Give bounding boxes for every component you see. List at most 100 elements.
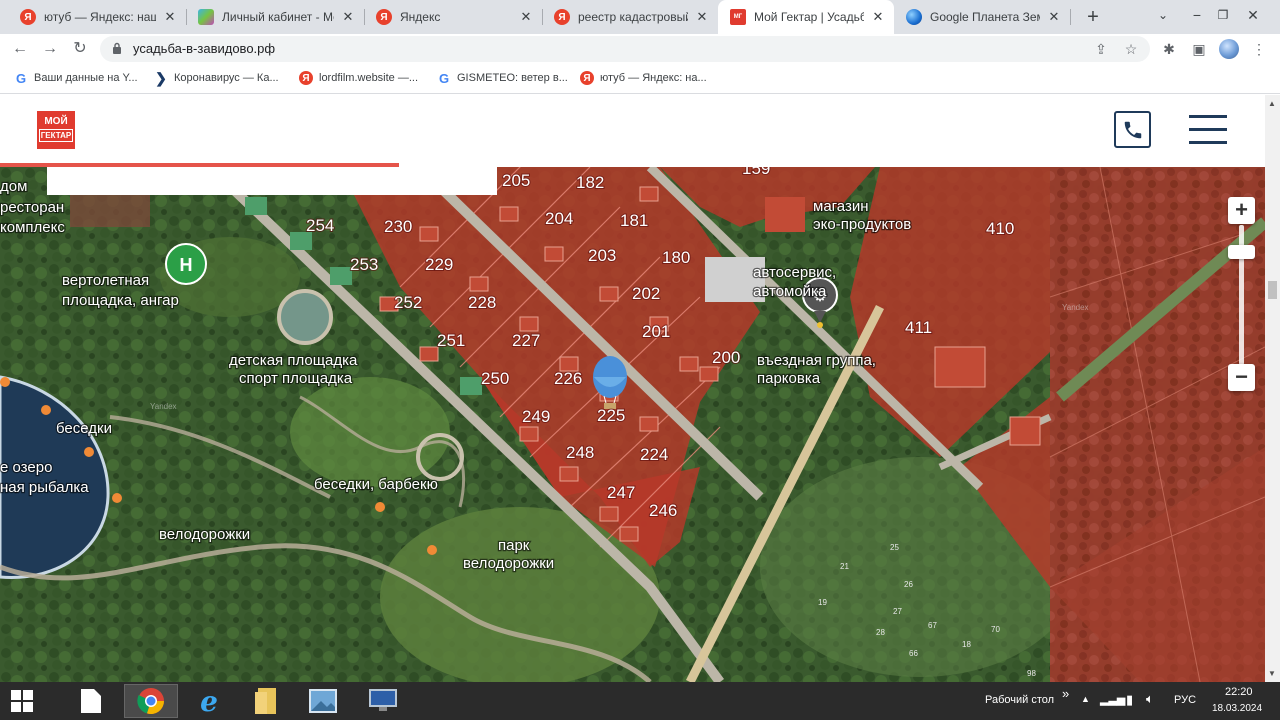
share-icon[interactable]: ⇪ (1092, 40, 1110, 58)
bookmark-label: GISMETEO: ветер в... (457, 72, 568, 84)
bookmark-star-icon[interactable]: ☆ (1122, 40, 1140, 58)
plot-number-254[interactable]: 254 (305, 215, 335, 236)
menu-dots-icon[interactable]: ⋮ (1250, 40, 1268, 58)
tab-search-chevron-icon[interactable]: ⌄ (1148, 0, 1178, 34)
close-window-button[interactable]: ✕ (1238, 0, 1268, 34)
yandex-icon: Я (580, 71, 594, 85)
back-button[interactable]: ← (8, 37, 32, 61)
plot-number-247[interactable]: 247 (606, 482, 636, 503)
clock-date[interactable]: 18.03.2024 (1212, 703, 1262, 714)
scroll-up-icon[interactable]: ▲ (1268, 99, 1276, 108)
taskbar-photos[interactable] (296, 684, 350, 718)
plot-number-230[interactable]: 230 (383, 216, 413, 237)
plot-number-410[interactable]: 410 (985, 218, 1015, 239)
restore-button[interactable]: ❐ (1208, 0, 1238, 34)
toolbar-chevron-icon[interactable]: » (1062, 686, 1069, 701)
map-label: парковка (757, 370, 821, 387)
plot-number-251[interactable]: 251 (436, 330, 466, 351)
zoom-slider-thumb[interactable] (1228, 245, 1255, 259)
plot-number-203[interactable]: 203 (587, 245, 617, 266)
forward-button[interactable]: → (38, 37, 62, 61)
clock-time[interactable]: 22:20 (1225, 686, 1253, 698)
plot-number-182[interactable]: 182 (575, 172, 605, 193)
plot-number-205[interactable]: 205 (501, 170, 531, 191)
reload-button[interactable]: ↻ (68, 37, 92, 61)
close-icon[interactable]: ✕ (870, 9, 886, 25)
close-icon[interactable]: ✕ (518, 9, 534, 25)
plot-number-246[interactable]: 246 (648, 500, 678, 521)
bookmark-item[interactable]: ❯ Коронавирус — Ка... (154, 69, 279, 86)
plot-number-226[interactable]: 226 (553, 368, 583, 389)
avatar[interactable] (1219, 39, 1239, 59)
side-panel-icon[interactable]: ▣ (1190, 40, 1208, 58)
close-icon[interactable]: ✕ (340, 9, 356, 25)
plot-number-253[interactable]: 253 (349, 254, 379, 275)
map-label: автосервис, (753, 264, 836, 281)
network-signal-icon[interactable]: ▂▃▅ (1100, 693, 1125, 706)
plot-number-229[interactable]: 229 (424, 254, 454, 275)
plot-number-227[interactable]: 227 (511, 330, 541, 351)
plot-number-180[interactable]: 180 (661, 247, 691, 268)
volume-icon[interactable]: 🔈︎ (1146, 691, 1154, 707)
site-logo[interactable]: МОЙ ГЕКТАР (37, 111, 75, 149)
tab-moigektar[interactable]: МГ Мой Гектар | Усадьба в ✕ (718, 0, 894, 34)
zoom-out-button[interactable]: − (1228, 364, 1255, 391)
plot-number-225[interactable]: 225 (596, 405, 626, 426)
bookmark-label: ютуб — Яндекс: на... (600, 72, 707, 84)
plot-number-249[interactable]: 249 (521, 406, 551, 427)
close-icon[interactable]: ✕ (162, 9, 178, 25)
menu-burger-button[interactable] (1189, 115, 1227, 145)
taskbar-chrome[interactable] (124, 684, 178, 718)
cabinet-icon (198, 9, 214, 25)
village-house-number: 70 (991, 625, 1000, 634)
page-scrollbar[interactable]: ▲ ▼ (1265, 95, 1280, 682)
plot-number-204[interactable]: 204 (544, 208, 574, 229)
plot-number-252[interactable]: 252 (393, 292, 423, 313)
bookmark-item[interactable]: Я lordfilm.website —... (299, 71, 418, 85)
tab-google-earth[interactable]: Google Планета Земля ✕ (894, 0, 1070, 34)
battery-icon[interactable]: ▮ (1126, 692, 1133, 708)
plot-number-202[interactable]: 202 (631, 283, 661, 304)
plot-number-200[interactable]: 200 (711, 347, 741, 368)
tab-youtube-search[interactable]: Я ютуб — Яндекс: нашлось ✕ (8, 0, 186, 34)
taskbar-monitor[interactable] (356, 684, 410, 718)
close-icon[interactable]: ✕ (1046, 9, 1062, 25)
plot-number-201[interactable]: 201 (641, 321, 671, 342)
bookmark-item[interactable]: Я ютуб — Яндекс: на... (580, 71, 707, 85)
tray-expand-icon[interactable]: ▲ (1081, 694, 1090, 704)
taskbar-ie[interactable]: e (182, 684, 236, 718)
bookmark-item[interactable]: G Ваши данные на Y... (14, 71, 138, 86)
scrollbar-thumb[interactable] (1268, 281, 1277, 299)
taskbar-file[interactable] (64, 684, 118, 718)
arrow-icon: ❯ (155, 69, 167, 86)
plot-number-250[interactable]: 250 (480, 368, 510, 389)
plot-number-411[interactable]: 411 (904, 317, 933, 338)
address-bar[interactable]: усадьба-в-завидово.рф ⇪ ☆ (100, 36, 1150, 62)
map-watermark: Yandex (1062, 303, 1089, 312)
desktop-toolbar-label[interactable]: Рабочий стол (985, 694, 1054, 706)
moigektar-icon: МГ (730, 9, 746, 25)
bookmark-label: lordfilm.website —... (319, 72, 419, 84)
map-label: спорт площадка (239, 370, 353, 387)
close-icon[interactable]: ✕ (694, 9, 710, 25)
bookmark-label: Ваши данные на Y... (34, 72, 138, 84)
tab-cadastre[interactable]: Я реестр кадастровый зе ✕ (542, 0, 718, 34)
zoom-in-button[interactable]: + (1228, 197, 1255, 224)
plots-map[interactable]: H ⚙ дом ресторан комплекс вертолетная пл… (0, 167, 1265, 682)
extensions-icon[interactable]: ✱ (1160, 40, 1178, 58)
plot-number-248[interactable]: 248 (565, 442, 595, 463)
language-indicator[interactable]: РУС (1174, 694, 1196, 706)
scroll-down-icon[interactable]: ▼ (1268, 669, 1276, 678)
phone-button[interactable] (1114, 111, 1151, 148)
taskbar-explorer[interactable] (240, 684, 294, 718)
bookmark-item[interactable]: G GISMETEO: ветер в... (437, 71, 568, 86)
new-tab-button[interactable]: + (1080, 4, 1106, 30)
plot-number-181[interactable]: 181 (619, 210, 649, 231)
start-button[interactable] (0, 684, 44, 718)
tab-cabinet[interactable]: Личный кабинет - Мой ✕ (186, 0, 364, 34)
plot-number-228[interactable]: 228 (467, 292, 497, 313)
map-label: велодорожки (463, 555, 554, 572)
plot-number-159[interactable]: 159 (741, 167, 771, 179)
plot-number-224[interactable]: 224 (639, 444, 669, 465)
tab-yandex[interactable]: Я Яндекс ✕ (364, 0, 542, 34)
